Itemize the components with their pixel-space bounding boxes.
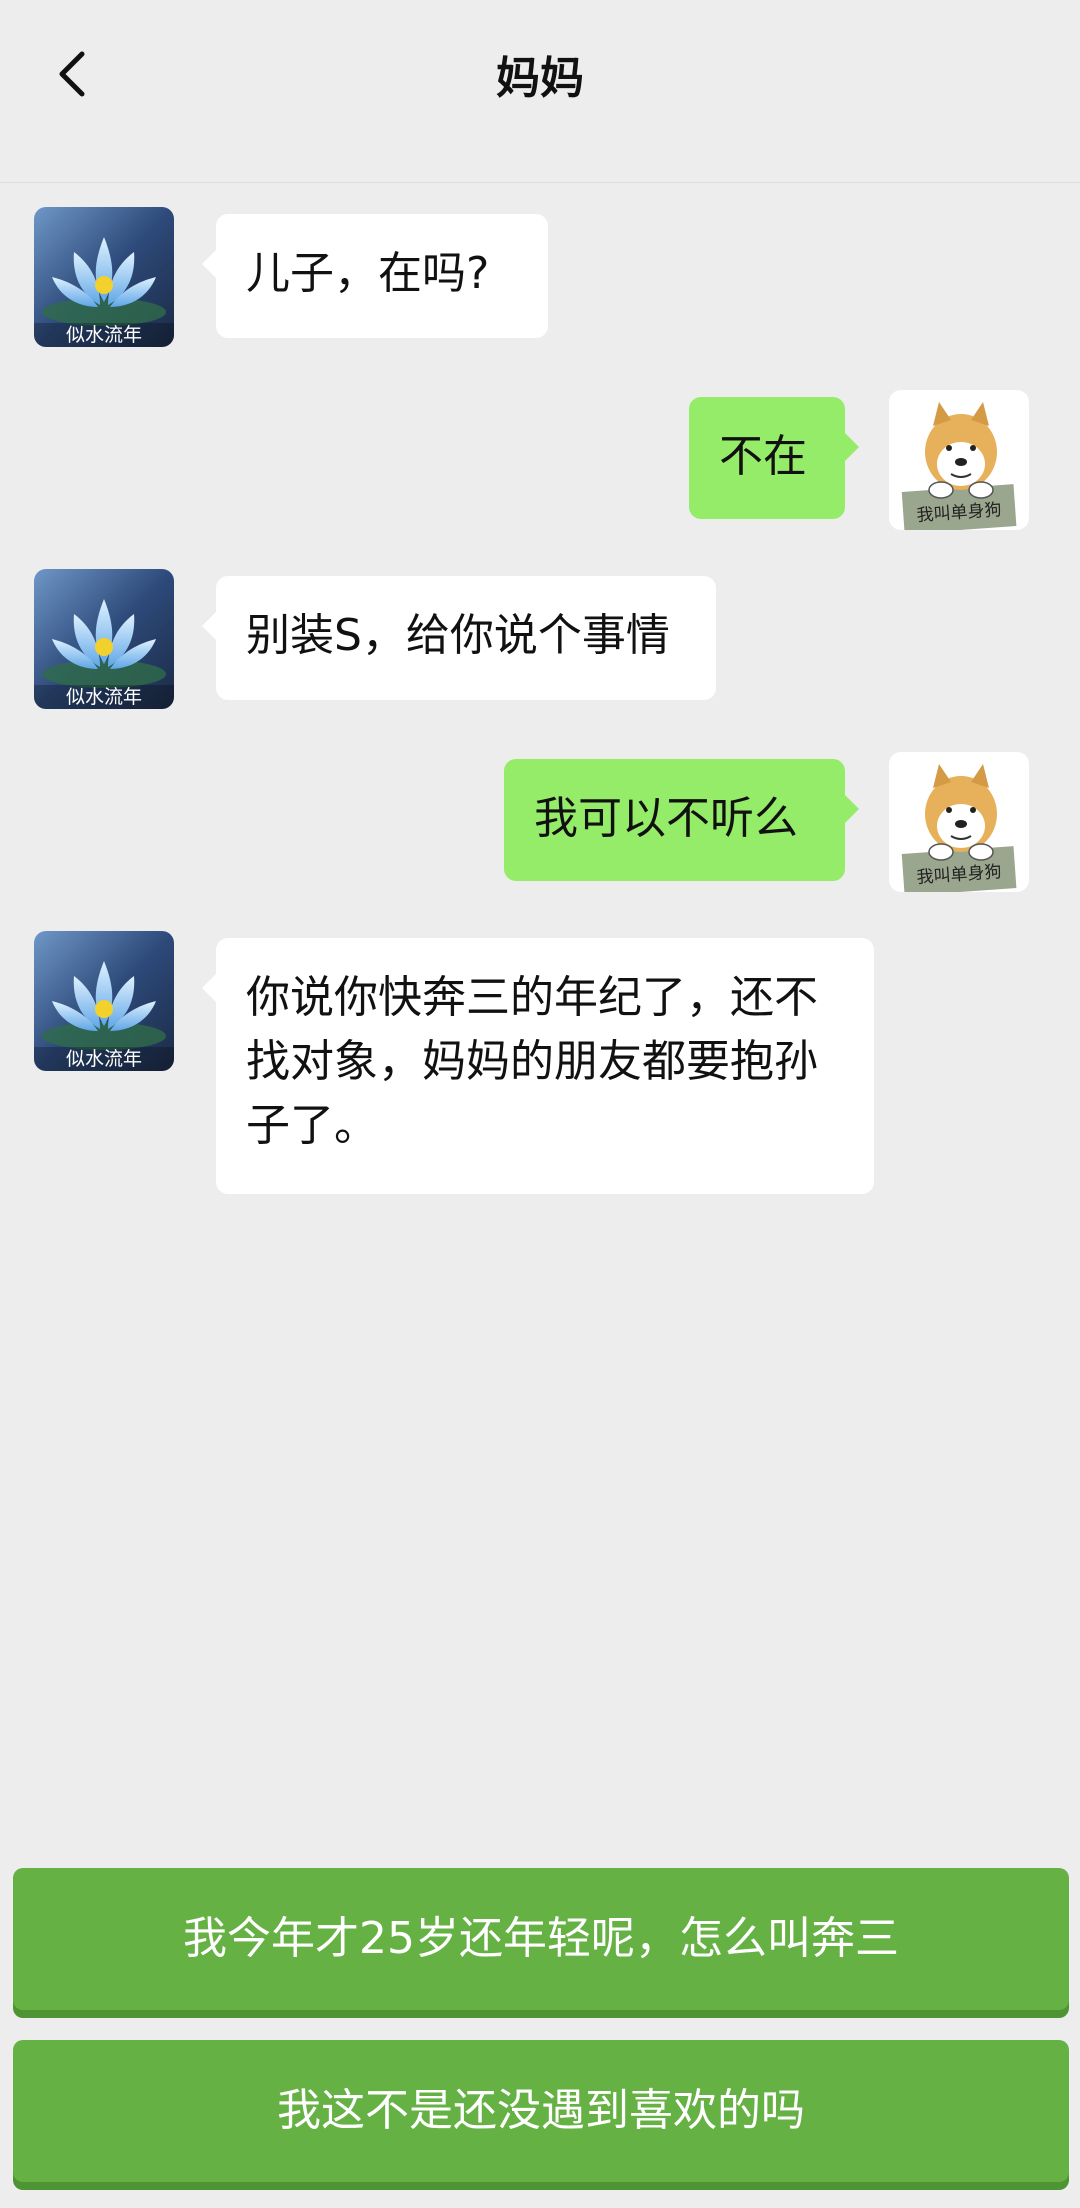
message-bubble-sent[interactable]: 不在 bbox=[689, 397, 859, 519]
my-avatar[interactable]: 我叫单身狗 bbox=[889, 390, 1029, 530]
message-bubble-received[interactable]: 儿子，在吗? bbox=[202, 214, 548, 338]
message-bubble-received[interactable]: 别装S，给你说个事情 bbox=[202, 576, 716, 700]
chat-screen: 妈妈 似水流年 儿子，在吗? 不在 我叫单身狗 似水流年 别装S，给你说个事情 … bbox=[0, 0, 1080, 2208]
message-bubble-received[interactable]: 你说你快奔三的年纪了，还不找对象，妈妈的朋友都要抱孙子了。 bbox=[202, 938, 874, 1194]
contact-avatar[interactable]: 似水流年 bbox=[34, 207, 174, 347]
reply-option-button[interactable]: 我今年才25岁还年轻呢，怎么叫奔三 bbox=[13, 1868, 1069, 2010]
contact-avatar[interactable]: 似水流年 bbox=[34, 931, 174, 1071]
contact-avatar[interactable]: 似水流年 bbox=[34, 569, 174, 709]
page-title: 妈妈 bbox=[496, 53, 584, 104]
avatar-caption: 似水流年 bbox=[66, 324, 142, 346]
my-avatar[interactable]: 我叫单身狗 bbox=[889, 752, 1029, 892]
message-bubble-sent[interactable]: 我可以不听么 bbox=[504, 759, 859, 881]
avatar-caption: 似水流年 bbox=[66, 686, 142, 708]
avatar-caption: 似水流年 bbox=[66, 1048, 142, 1070]
reply-option-button[interactable]: 我这不是还没遇到喜欢的吗 bbox=[13, 2040, 1069, 2182]
chat-header: 妈妈 bbox=[0, 0, 1080, 183]
